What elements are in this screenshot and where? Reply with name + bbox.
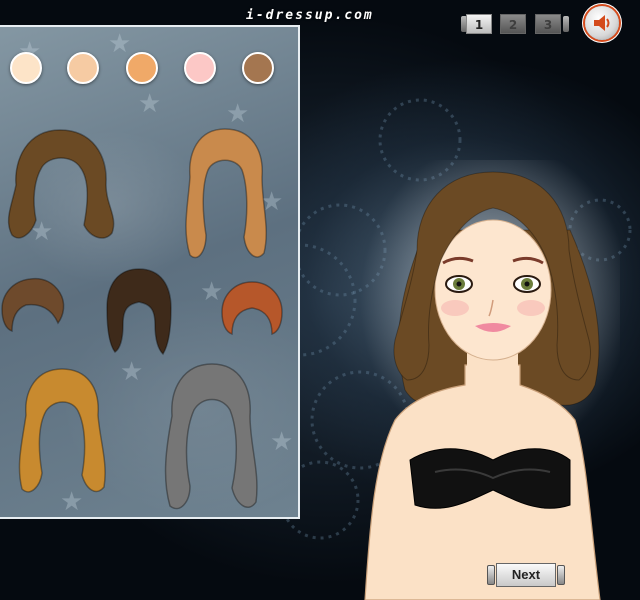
hair-option-strawberry-blonde-long[interactable] bbox=[180, 125, 270, 265]
decor-star-icon: ★ bbox=[108, 29, 132, 59]
skin-tone-swatch-4[interactable] bbox=[184, 52, 216, 84]
hair-option-brown-wavy[interactable] bbox=[2, 125, 120, 250]
hair-option-brown-short[interactable] bbox=[0, 275, 68, 335]
speaker-icon bbox=[594, 15, 610, 31]
hair-option-golden-curly[interactable] bbox=[14, 365, 110, 500]
pager-right-cap bbox=[563, 16, 569, 32]
page-2-button[interactable]: 2 bbox=[500, 14, 526, 34]
decor-star-icon: ★ bbox=[120, 357, 144, 387]
next-right-cap bbox=[557, 565, 565, 585]
doll-model bbox=[360, 160, 620, 600]
hair-option-dark-bob[interactable] bbox=[103, 266, 175, 358]
skin-tone-swatch-3[interactable] bbox=[126, 52, 158, 84]
skin-tone-swatch-2[interactable] bbox=[67, 52, 99, 84]
next-left-cap bbox=[487, 565, 495, 585]
next-button-label[interactable]: Next bbox=[496, 563, 556, 587]
page-selector: 1 2 3 bbox=[461, 12, 569, 36]
decor-star-icon: ★ bbox=[138, 89, 162, 119]
page-1-button[interactable]: 1 bbox=[466, 14, 492, 34]
hair-option-grey-curly-long[interactable] bbox=[160, 360, 260, 515]
next-button[interactable]: Next bbox=[487, 562, 565, 588]
site-brand[interactable]: i-dressup.com bbox=[246, 8, 374, 23]
skin-tone-swatch-5[interactable] bbox=[242, 52, 274, 84]
page-3-button[interactable]: 3 bbox=[535, 14, 561, 34]
decor-star-icon: ★ bbox=[270, 427, 294, 457]
hair-option-auburn-short[interactable] bbox=[218, 278, 286, 338]
sound-toggle-button[interactable] bbox=[585, 6, 619, 40]
skin-tone-swatch-1[interactable] bbox=[10, 52, 42, 84]
